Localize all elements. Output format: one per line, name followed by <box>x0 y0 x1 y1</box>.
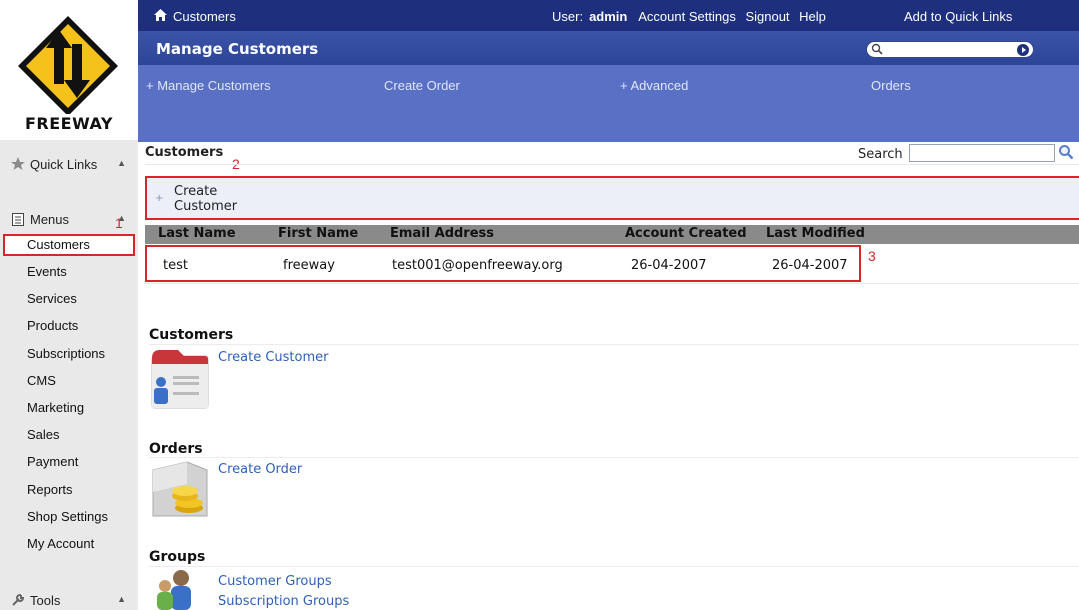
search-label: Search <box>858 147 903 162</box>
divider <box>145 283 1079 284</box>
create-customer-link[interactable]: Create Customer <box>218 350 328 365</box>
sidebar-item-reports[interactable]: Reports <box>0 479 138 506</box>
col-first-name[interactable]: First Name <box>278 226 358 241</box>
sidebar-item-shop-settings[interactable]: Shop Settings <box>0 506 138 533</box>
plus-icon: + <box>155 193 164 204</box>
group-title-customers: Customers <box>149 327 234 343</box>
section-title: Customers <box>145 145 224 160</box>
sidebar-item-cms[interactable]: CMS <box>0 370 138 397</box>
freeway-logo-icon <box>18 16 118 114</box>
customer-groups-link[interactable]: Customer Groups <box>218 574 332 589</box>
sidebar-item-marketing[interactable]: Marketing <box>0 397 138 424</box>
subnav-manage-customers[interactable]: + Manage Customers <box>146 78 271 93</box>
sidebar-item-payment[interactable]: Payment <box>0 451 138 478</box>
col-email-address[interactable]: Email Address <box>390 226 494 241</box>
annotation-3: 3 <box>868 248 876 264</box>
create-customer-button[interactable]: Create Customer <box>174 184 254 214</box>
breadcrumb-customers[interactable]: Customers <box>173 9 236 24</box>
subnav-create-order[interactable]: Create Order <box>384 78 460 93</box>
sidebar-item-subscriptions[interactable]: Subscriptions <box>0 343 138 370</box>
quick-links-header[interactable]: Quick Links ▲ <box>0 151 138 177</box>
logo[interactable]: FREEWAY <box>0 0 138 140</box>
search-icon <box>871 43 883 58</box>
menu-list: Customers Events Services Products Subsc… <box>0 234 138 560</box>
signout-link[interactable]: Signout <box>745 9 789 24</box>
sidebar-item-services[interactable]: Services <box>0 288 138 315</box>
account-settings-link[interactable]: Account Settings <box>638 9 736 24</box>
col-last-name[interactable]: Last Name <box>158 226 236 241</box>
top-bar: Customers User: admin Account Settings Si… <box>138 0 1079 31</box>
divider <box>149 344 1079 345</box>
cell-email: test001@openfreeway.org <box>392 258 563 273</box>
divider <box>149 457 1079 458</box>
title-bar: Manage Customers <box>138 31 1079 65</box>
sub-navigation: + Manage Customers Create Order + Advanc… <box>138 65 1079 142</box>
collapse-caret-icon[interactable]: ▲ <box>117 158 126 168</box>
quick-links-panel <box>0 177 138 205</box>
page-title: Manage Customers <box>156 40 319 58</box>
search-icon[interactable] <box>1058 144 1074 163</box>
sidebar-item-events[interactable]: Events <box>0 261 138 288</box>
sidebar-item-my-account[interactable]: My Account <box>0 533 138 560</box>
global-search-input[interactable] <box>866 41 1034 58</box>
user-area: User: admin Account Settings Signout Help <box>552 9 832 24</box>
subnav-orders[interactable]: Orders <box>871 78 911 93</box>
subscription-groups-link[interactable]: Subscription Groups <box>218 594 349 609</box>
col-account-created[interactable]: Account Created <box>625 226 747 241</box>
sidebar: FREEWAY Quick Links ▲ Menus ▲ Customers … <box>0 0 138 610</box>
home-icon[interactable] <box>154 9 167 24</box>
menus-label: Menus <box>30 211 70 227</box>
cell-last-name: test <box>163 258 188 273</box>
group-title-groups: Groups <box>149 549 206 565</box>
tools-label: Tools <box>30 592 61 608</box>
group-title-orders: Orders <box>149 441 203 457</box>
create-customer-bar: + Create Customer <box>145 176 1079 220</box>
quick-links-label: Quick Links <box>30 156 98 172</box>
tools-header[interactable]: Tools ▲ <box>0 587 138 610</box>
create-order-link[interactable]: Create Order <box>218 462 302 477</box>
annotation-1: 1 <box>115 215 123 231</box>
collapse-caret-icon[interactable]: ▲ <box>117 594 126 604</box>
star-icon <box>10 157 26 171</box>
cell-first-name: freeway <box>283 258 335 273</box>
customer-search-input[interactable] <box>909 144 1055 162</box>
cell-last-modified: 26-04-2007 <box>772 258 848 273</box>
order-coins-icon[interactable] <box>149 460 211 525</box>
subnav-advanced[interactable]: + Advanced <box>620 78 688 93</box>
sidebar-item-products[interactable]: Products <box>0 315 138 342</box>
wrench-icon <box>10 593 26 607</box>
customer-card-icon[interactable] <box>149 348 211 413</box>
divider <box>149 566 1079 567</box>
table-header: Last Name First Name Email Address Accou… <box>145 225 1079 244</box>
logo-text: FREEWAY <box>25 114 113 133</box>
go-arrow-icon[interactable] <box>1017 44 1029 56</box>
sidebar-item-sales[interactable]: Sales <box>0 424 138 451</box>
sidebar-item-customers[interactable]: Customers <box>3 234 135 256</box>
col-last-modified[interactable]: Last Modified <box>766 226 865 241</box>
cell-account-created: 26-04-2007 <box>631 258 707 273</box>
user-name: admin <box>589 9 628 24</box>
breadcrumb[interactable]: Customers <box>154 9 236 24</box>
divider <box>145 164 1079 165</box>
help-link[interactable]: Help <box>799 9 826 24</box>
user-group-icon[interactable] <box>149 568 211 610</box>
add-quick-links-link[interactable]: Add to Quick Links <box>904 9 1012 24</box>
menu-list-icon <box>10 212 26 226</box>
user-label: User: <box>552 9 584 24</box>
